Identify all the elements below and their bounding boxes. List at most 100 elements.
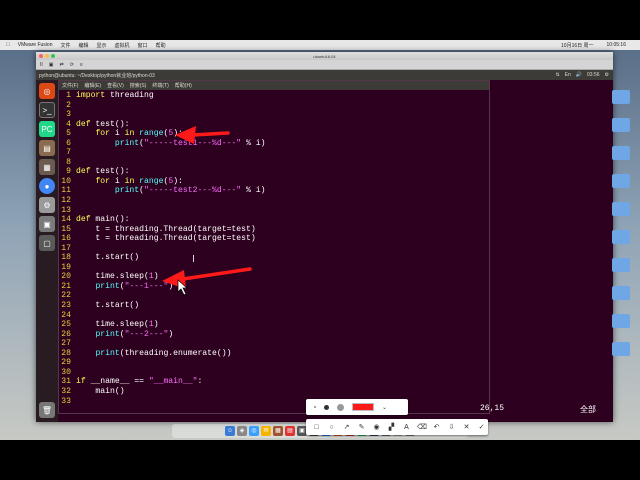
clock[interactable]: 03:56 [587,72,600,78]
folder-icon [612,342,630,356]
menu-help[interactable]: 帮助 [156,42,166,49]
desktop-file-icon[interactable] [612,174,632,196]
chevron-down-icon[interactable]: ⌄ [382,404,387,411]
text-tool-icon[interactable]: A [402,424,411,431]
desktop-file-icon[interactable] [612,258,632,280]
ubuntu-logo-icon[interactable]: ◎ [39,83,55,99]
pen-tool-icon[interactable]: ✎ [357,423,366,431]
code-text: for i in range(5): [95,129,183,139]
cancel-icon[interactable]: ✕ [462,423,471,431]
line-number: 15 [61,224,71,234]
network-icon[interactable]: ⇅ [555,72,559,78]
system-gear-icon[interactable]: ⚙ [605,72,609,78]
menu-window[interactable]: 窗口 [138,42,148,49]
terminal-menu-search[interactable]: 搜索(S) [130,82,147,89]
line-number: 10 [61,176,71,186]
download-icon[interactable]: ⇩ [447,423,456,431]
desktop-file-icon[interactable] [612,118,632,140]
menu-file[interactable]: 文件 [60,42,70,49]
color-swatch[interactable] [352,403,374,411]
code-line: 2 [59,101,489,111]
folder-icon [612,90,630,104]
terminal-app-icon[interactable]: >_ [39,102,55,118]
app-icon[interactable]: ▤ [285,426,295,436]
desktop-file-icon[interactable] [612,146,632,168]
code-line: 27 [59,339,489,349]
desktop-file-icon[interactable] [612,342,632,364]
system-settings-icon[interactable]: ⚙ [39,197,55,213]
code-text: import threading [76,91,154,100]
launchpad-icon[interactable]: ◈ [237,426,247,436]
line-number: 11 [61,186,71,196]
menu-edit[interactable]: 编辑 [79,42,89,49]
pause-icon[interactable]: II [40,62,43,68]
highlighter-tool-icon[interactable]: ◉ [372,423,381,431]
snapshot-icon[interactable]: ▣ [49,62,54,68]
brush-size-large[interactable] [337,403,344,411]
line-number: 3 [66,110,71,120]
share-icon[interactable]: ⇄ [60,62,64,68]
desktop-file-icon[interactable] [612,202,632,224]
volume-icon[interactable]: 🔊 [576,72,582,78]
app-icon[interactable]: ▣ [39,216,55,232]
code-line: 8 [59,158,489,168]
code-line: 23 t.start() [59,301,489,311]
rectangle-tool-icon[interactable]: □ [312,424,321,431]
app-menu[interactable]: VMware Fusion [18,42,53,48]
menu-vm[interactable]: 虚拟机 [115,42,130,49]
folder-icon [612,230,630,244]
terminal-menu-view[interactable]: 查看(V) [107,82,124,89]
desktop-file-icon[interactable] [612,90,632,112]
code-text: print("-----test1---%d---" % i) [114,138,266,148]
menubar-date[interactable]: 10月16日 周一 [561,42,594,49]
desktop-file-icon[interactable] [612,230,632,252]
menu-view[interactable]: 显示 [97,42,107,49]
app-icon[interactable]: ▢ [39,235,55,251]
chrome-icon[interactable]: ● [39,178,55,194]
menubar-time[interactable]: 10:05:16 [607,42,626,49]
line-number: 33 [61,396,71,406]
confirm-icon[interactable]: ✓ [477,423,486,431]
pycharm-icon[interactable]: PC [39,121,55,137]
code-text: t = threading.Thread(target=test) [76,234,256,244]
desktop-file-icon[interactable] [612,286,632,308]
settings-icon[interactable]: ≡ [80,62,83,68]
trash-icon[interactable]: 🗑 [39,402,55,418]
safari-icon[interactable]: ◎ [249,426,259,436]
line-number: 29 [61,358,71,368]
undo-icon[interactable]: ↶ [432,423,441,431]
terminal-menu-edit[interactable]: 编辑(E) [84,82,101,89]
terminal-menu-terminal[interactable]: 终端(T) [152,82,168,89]
vm-titlebar[interactable]: ubuntu16.04 [36,52,613,60]
terminal-title: python@ubuntu: ~/Desktop/python就业班/pytho… [39,72,155,79]
desktop-file-icon[interactable] [612,314,632,336]
code-line: 31 if __name__ == "__main__": [59,377,489,387]
apple-menu-icon[interactable]:  [6,42,10,48]
folder-icon [612,174,630,188]
finder-icon[interactable]: ☺ [225,426,235,436]
app-icon[interactable]: ▦ [273,426,283,436]
refresh-icon[interactable]: ⟳ [70,62,74,68]
folder-icon[interactable]: ▦ [39,159,55,175]
vim-code-editor[interactable]: 1 import threading 2 3 4 def test(): 5 for i i… [59,90,489,406]
code-line: 6 print("-----test1---%d---" % i) [59,139,489,149]
brush-size-medium[interactable] [324,404,329,410]
input-method-indicator[interactable]: En [565,72,571,78]
line-number: 9 [66,167,71,177]
terminal-menu-file[interactable]: 文件(F) [62,82,78,89]
terminal-menu-help[interactable]: 帮助(H) [175,82,192,89]
mosaic-tool-icon[interactable]: ▞ [387,423,396,431]
ellipse-tool-icon[interactable]: ○ [327,424,336,431]
code-line: 9 def test(): [59,167,489,177]
files-icon[interactable]: ▤ [39,140,55,156]
code-line: 7 [59,148,489,158]
line-number: 32 [61,386,71,396]
brush-size-small[interactable] [314,406,316,408]
app-icon[interactable]: ✉ [261,426,271,436]
line-number: 22 [61,291,71,301]
eraser-tool-icon[interactable]: ⌫ [417,423,427,431]
line-number: 18 [61,253,71,263]
arrow-tool-icon[interactable]: ↗ [342,423,351,431]
terminal-window[interactable]: 文件(F) 编辑(E) 查看(V) 搜索(S) 终端(T) 帮助(H) 1 imp… [58,80,490,414]
folder-icon [612,146,630,160]
